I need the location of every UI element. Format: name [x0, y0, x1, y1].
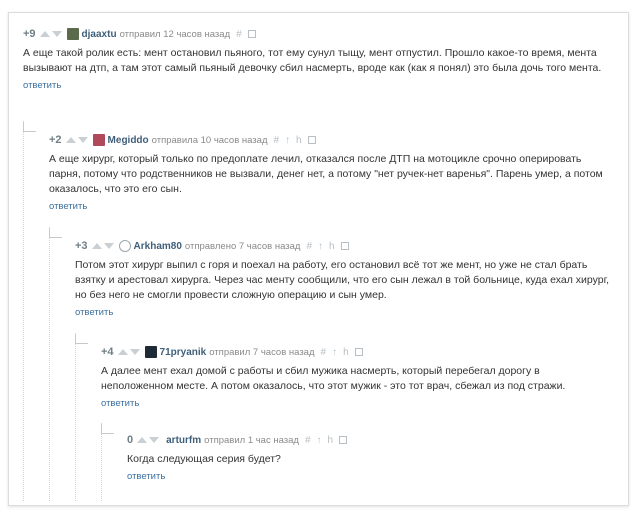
comment-text: А еще хирург, который только по предопла… [49, 153, 603, 195]
rating-value: +2 [49, 134, 62, 146]
downvote-icon[interactable] [51, 31, 62, 37]
comment-arturfm: 0 arturfm отправил 1 час назад # ↑ h Ког… [127, 433, 615, 482]
save-icon[interactable] [354, 348, 363, 356]
thread-branch [101, 425, 114, 434]
thread-icon[interactable]: h [328, 435, 334, 446]
downvote-icon[interactable] [149, 437, 160, 443]
avatar[interactable] [118, 240, 131, 252]
hash-icon[interactable]: # [273, 135, 279, 146]
thread-icon[interactable]: h [296, 135, 302, 146]
thread-icon[interactable]: h [329, 241, 335, 252]
upvote-icon[interactable] [65, 137, 76, 143]
comment-header: +4 71pryanik отправил 7 часов назад # ↑ … [101, 345, 615, 359]
hash-icon[interactable]: # [306, 241, 312, 252]
upvote-icon[interactable] [39, 31, 50, 37]
thread-line [75, 333, 76, 501]
author-name[interactable]: Arkham80 [134, 241, 182, 252]
comment-time: отправлено 7 часов назад [184, 240, 301, 252]
comment-time: отправил 1 час назад [204, 434, 299, 446]
thread-branch [49, 229, 62, 238]
downvote-icon[interactable] [77, 137, 88, 143]
downvote-icon[interactable] [103, 243, 114, 249]
thread-line [49, 227, 50, 501]
comment-text: А далее мент ехал домой с работы и сбил … [101, 365, 566, 392]
author-name[interactable]: Megiddo [108, 135, 149, 146]
avatar[interactable] [92, 134, 105, 146]
parent-arrow-icon[interactable]: ↑ [332, 347, 337, 358]
reply-link[interactable]: ответить [101, 398, 615, 409]
thread-line [23, 121, 24, 501]
comment-header: 0 arturfm отправил 1 час назад # ↑ h [127, 433, 615, 447]
reply-link[interactable]: ответить [23, 80, 615, 91]
thread-line [101, 423, 102, 501]
save-icon[interactable] [307, 136, 316, 144]
rating-value: 0 [127, 434, 134, 446]
comment-header: +2 Megiddo отправила 10 часов назад # ↑ … [49, 133, 615, 147]
reply-link[interactable]: ответить [127, 471, 615, 482]
author-name[interactable]: 71pryanik [160, 347, 207, 358]
save-icon[interactable] [247, 30, 256, 38]
save-icon[interactable] [339, 436, 348, 444]
parent-arrow-icon[interactable]: ↑ [318, 241, 323, 252]
hash-icon[interactable]: # [236, 29, 242, 40]
hash-icon[interactable]: # [305, 435, 311, 446]
parent-arrow-icon[interactable]: ↑ [317, 435, 322, 446]
comment-arkham80: +3 Arkham80 отправлено 7 часов назад # ↑… [75, 239, 615, 318]
avatar[interactable] [144, 346, 157, 358]
upvote-icon[interactable] [137, 437, 148, 443]
reply-link[interactable]: ответить [49, 201, 615, 212]
thread-branch [75, 335, 88, 344]
comment-header: +3 Arkham80 отправлено 7 часов назад # ↑… [75, 239, 615, 253]
reply-link[interactable]: ответить [75, 307, 615, 318]
upvote-icon[interactable] [117, 349, 128, 355]
parent-arrow-icon[interactable]: ↑ [285, 135, 290, 146]
avatar[interactable] [66, 28, 79, 40]
comment-text: А еще такой ролик есть: мент остановил п… [23, 47, 602, 74]
comment-time: отправил 12 часов назад [119, 28, 231, 40]
author-name[interactable]: djaaxtu [82, 29, 117, 40]
comment-time: отправила 10 часов назад [151, 134, 268, 146]
downvote-icon[interactable] [129, 349, 140, 355]
comment-djaaxtu: +9 djaaxtu отправил 12 часов назад # А е… [23, 27, 615, 91]
comment-megiddo: +2 Megiddo отправила 10 часов назад # ↑ … [49, 133, 615, 212]
comment-text: Когда следующая серия будет? [127, 453, 281, 465]
author-name[interactable]: arturfm [166, 435, 201, 446]
upvote-icon[interactable] [91, 243, 102, 249]
hash-icon[interactable]: # [321, 347, 327, 358]
comment-text: Потом этот хирург выпил с горя и поехал … [75, 259, 610, 301]
rating-value: +3 [75, 240, 88, 252]
rating-value: +4 [101, 346, 114, 358]
comment-time: отправил 7 часов назад [209, 346, 315, 358]
save-icon[interactable] [340, 242, 349, 250]
thread-branch [23, 123, 36, 132]
comment-71pryanik: +4 71pryanik отправил 7 часов назад # ↑ … [101, 345, 615, 409]
rating-value: +9 [23, 28, 36, 40]
comment-header: +9 djaaxtu отправил 12 часов назад # [23, 27, 615, 41]
comments-thread: +9 djaaxtu отправил 12 часов назад # А е… [8, 12, 629, 506]
thread-icon[interactable]: h [343, 347, 349, 358]
